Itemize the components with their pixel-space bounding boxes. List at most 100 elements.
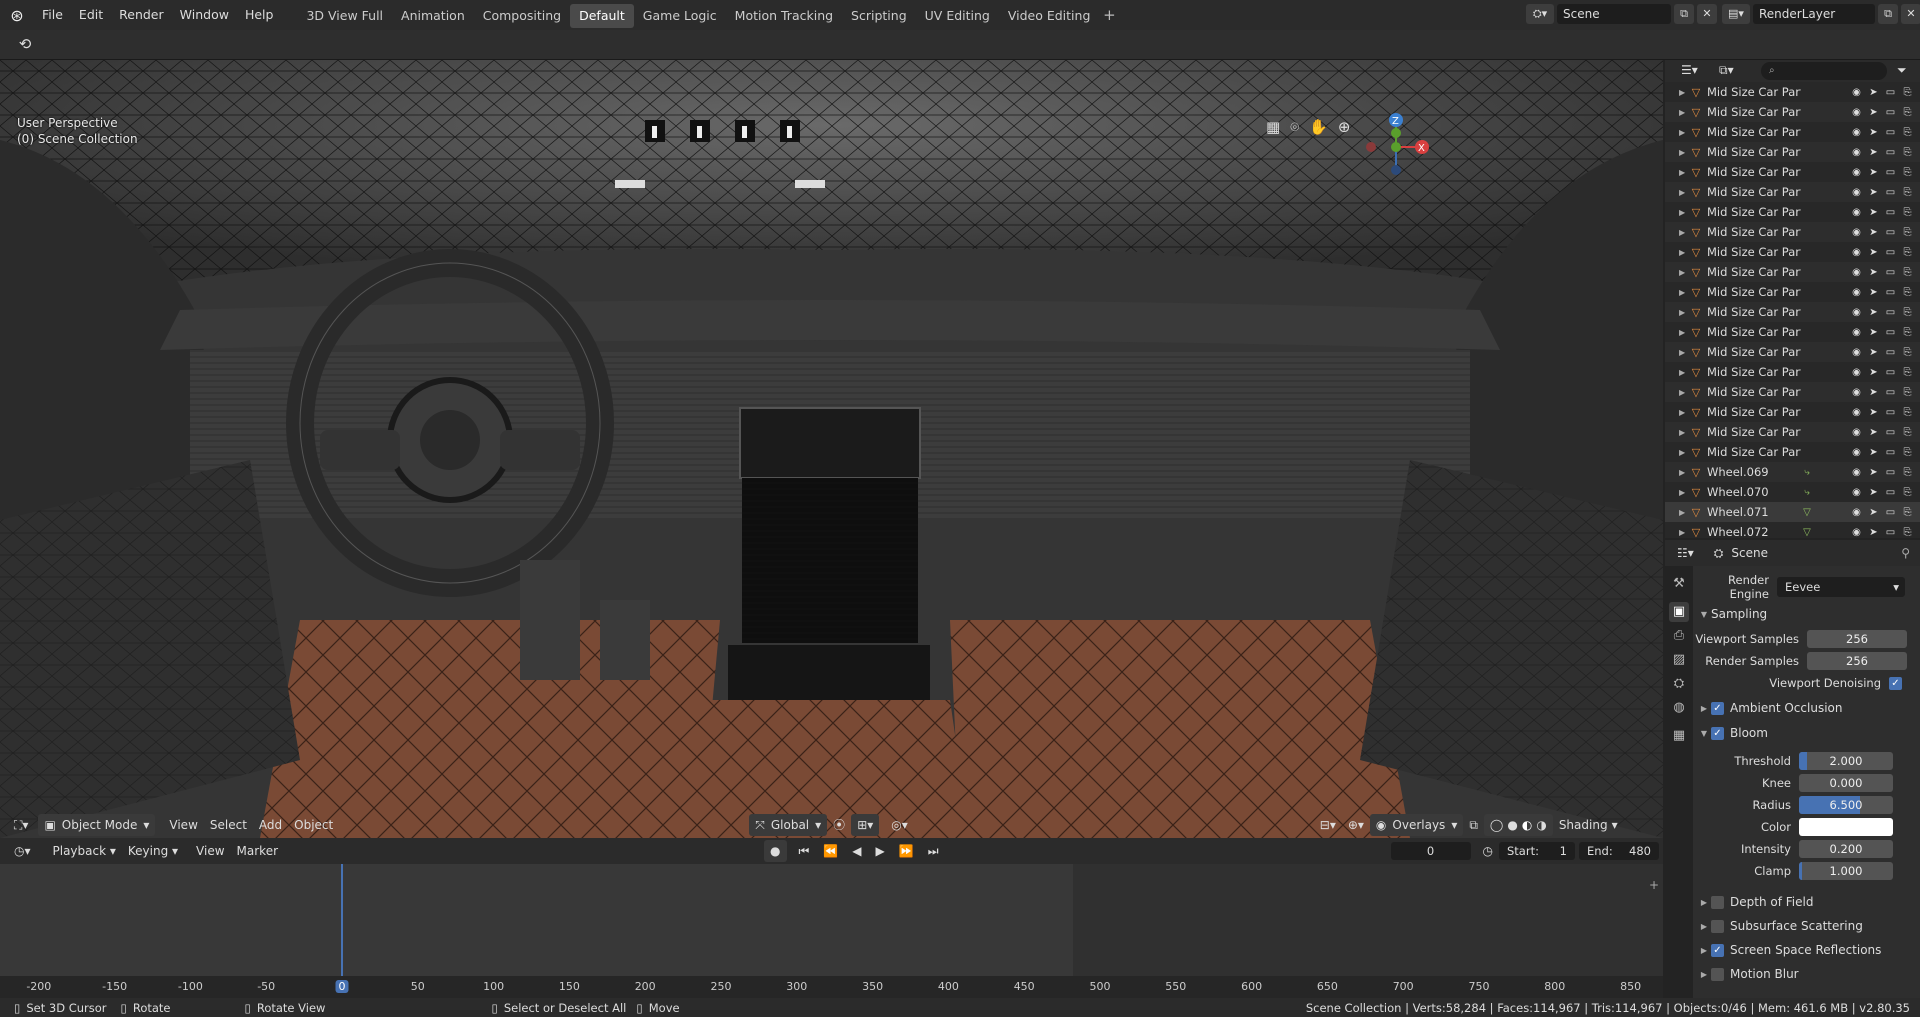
viewport-monitor-icon[interactable]: ▭ — [1884, 267, 1897, 278]
render-camera-icon[interactable]: ⎘ — [1901, 227, 1914, 238]
bloom-panel-header[interactable]: ▼ ✓ Bloom — [1693, 721, 1920, 745]
jump-end-icon[interactable]: ⏭ — [922, 840, 945, 862]
expand-triangle-icon[interactable]: ▶ — [1679, 308, 1689, 317]
menu-keying[interactable]: Keying ▾ — [122, 840, 184, 862]
outliner-row[interactable]: ▶▽ Mid Size Car Part.10 ◉ ➤ ▭ ⎘ — [1665, 382, 1920, 402]
tab-animation[interactable]: Animation — [392, 4, 474, 28]
outliner-search-input[interactable]: ⌕ — [1761, 62, 1887, 80]
outliner-row-name[interactable]: Mid Size Car Part.09 — [1707, 345, 1801, 359]
expand-triangle-icon[interactable]: ▶ — [1679, 248, 1689, 257]
select-arrow-icon[interactable]: ➤ — [1867, 167, 1880, 178]
viewport-monitor-icon[interactable]: ▭ — [1884, 147, 1897, 158]
menu-object[interactable]: Object — [288, 814, 339, 836]
view-layer-icon[interactable]: ▤▾ — [1722, 4, 1750, 24]
outliner-row-name[interactable]: Mid Size Car Part.05 — [1707, 205, 1801, 219]
render-camera-icon[interactable]: ⎘ — [1901, 507, 1914, 518]
outliner-row[interactable]: ▶▽ Mid Size Car Part.09 ◉ ➤ ▭ ⎘ — [1665, 322, 1920, 342]
select-arrow-icon[interactable]: ➤ — [1867, 327, 1880, 338]
next-keyframe-icon[interactable]: ⏩ — [893, 840, 920, 862]
expand-triangle-icon[interactable]: ▶ — [1679, 88, 1689, 97]
select-arrow-icon[interactable]: ➤ — [1867, 287, 1880, 298]
viewport-monitor-icon[interactable]: ▭ — [1884, 407, 1897, 418]
expand-triangle-icon[interactable]: ▶ — [1679, 508, 1689, 517]
menu-edit[interactable]: Edit — [71, 0, 111, 30]
outliner-row-name[interactable]: Mid Size Car Part.06 — [1707, 265, 1801, 279]
render-camera-icon[interactable]: ⎘ — [1901, 307, 1914, 318]
visibility-eye-icon[interactable]: ◉ — [1850, 247, 1863, 258]
motion-blur-panel-header[interactable]: ▶ Motion Blur — [1693, 962, 1920, 986]
outliner-row-name[interactable]: Mid Size Car Part.10 — [1707, 365, 1801, 379]
render-samples-field[interactable]: 256 — [1807, 652, 1907, 670]
outliner-row-name[interactable]: Mid Size Car Part.05 — [1707, 185, 1801, 199]
output-tab-icon[interactable]: ⎙ — [1669, 626, 1689, 646]
motion-blur-checkbox[interactable] — [1711, 967, 1724, 981]
outliner-row[interactable]: ▶▽ Mid Size Car Part.10 ◉ ➤ ▭ ⎘ — [1665, 362, 1920, 382]
outliner-row[interactable]: ▶▽ Mid Size Car Part.05 ◉ ➤ ▭ ⎘ — [1665, 222, 1920, 242]
viewport-monitor-icon[interactable]: ▭ — [1884, 507, 1897, 518]
tab-scripting[interactable]: Scripting — [842, 4, 916, 28]
outliner-row-name[interactable]: Mid Size Car Part.05 — [1707, 225, 1801, 239]
select-arrow-icon[interactable]: ➤ — [1867, 467, 1880, 478]
select-arrow-icon[interactable]: ➤ — [1867, 347, 1880, 358]
new-layer-icon[interactable]: ⧉ — [1878, 4, 1898, 24]
3d-viewport[interactable]: User Perspective (0) Scene Collection ▦ … — [0, 60, 1663, 838]
shading-dropdown[interactable]: Shading ▾ — [1553, 814, 1624, 836]
transform-orientation-dropdown[interactable]: ⤧ Global ▾ — [749, 814, 828, 836]
filter-icon[interactable]: ⏷ — [1897, 63, 1907, 78]
render-camera-icon[interactable]: ⎘ — [1901, 427, 1914, 438]
add-workspace-button[interactable]: + — [1099, 6, 1119, 24]
viewport-monitor-icon[interactable]: ▭ — [1884, 467, 1897, 478]
zoom-icon[interactable]: ⊕ — [1338, 118, 1351, 136]
viewport-monitor-icon[interactable]: ▭ — [1884, 87, 1897, 98]
scene-icon[interactable]: ⛭▾ — [1526, 4, 1554, 24]
viewport-monitor-icon[interactable]: ▭ — [1884, 307, 1897, 318]
expand-triangle-icon[interactable]: ▶ — [1679, 408, 1689, 417]
expand-triangle-icon[interactable]: ▶ — [1679, 108, 1689, 117]
menu-select[interactable]: Select — [204, 814, 253, 836]
axis-gizmo[interactable]: Z X — [1360, 110, 1440, 190]
render-camera-icon[interactable]: ⎘ — [1901, 467, 1914, 478]
jump-start-icon[interactable]: ⏮ — [793, 840, 816, 862]
render-camera-icon[interactable]: ⎘ — [1901, 327, 1914, 338]
outliner-row[interactable]: ▶▽ Mid Size Car Part.05 ◉ ➤ ▭ ⎘ — [1665, 122, 1920, 142]
outliner-row[interactable]: ▶▽ Mid Size Car Part.10 ◉ ➤ ▭ ⎘ — [1665, 402, 1920, 422]
viewport-monitor-icon[interactable]: ▭ — [1884, 427, 1897, 438]
viewport-monitor-icon[interactable]: ▭ — [1884, 347, 1897, 358]
outliner-row-name[interactable]: Mid Size Car Part.05 — [1707, 145, 1801, 159]
new-scene-icon[interactable]: ⧉ — [1674, 4, 1694, 24]
visibility-eye-icon[interactable]: ◉ — [1850, 387, 1863, 398]
tool-tab-icon[interactable]: ⚒ — [1669, 574, 1689, 594]
visibility-eye-icon[interactable]: ◉ — [1850, 187, 1863, 198]
expand-triangle-icon[interactable]: ▶ — [1679, 128, 1689, 137]
viewport-monitor-icon[interactable]: ▭ — [1884, 227, 1897, 238]
viewport-monitor-icon[interactable]: ▭ — [1884, 527, 1897, 538]
tab-3d-view-full[interactable]: 3D View Full — [297, 4, 392, 28]
render-camera-icon[interactable]: ⎘ — [1901, 527, 1914, 538]
outliner-row-name[interactable]: Mid Size Car Part.04 — [1707, 85, 1801, 99]
expand-triangle-icon[interactable]: ▶ — [1679, 148, 1689, 157]
outliner-row[interactable]: ▶▽ Mid Size Car Part.05 ◉ ➤ ▭ ⎘ — [1665, 162, 1920, 182]
viewport-monitor-icon[interactable]: ▭ — [1884, 107, 1897, 118]
depth-of-field-checkbox[interactable] — [1711, 895, 1724, 909]
select-arrow-icon[interactable]: ➤ — [1867, 487, 1880, 498]
outliner-row-name[interactable]: Mid Size Car Part.10 — [1707, 385, 1801, 399]
blender-logo-icon[interactable]: ⊛ — [0, 6, 34, 25]
visibility-eye-icon[interactable]: ◉ — [1850, 267, 1863, 278]
scene-tab-icon[interactable]: ⛭ — [1669, 674, 1689, 694]
delete-scene-icon[interactable]: ✕ — [1697, 4, 1717, 24]
expand-triangle-icon[interactable]: ▶ — [1679, 448, 1689, 457]
visibility-eye-icon[interactable]: ◉ — [1850, 347, 1863, 358]
outliner-row[interactable]: ▶ ▽ Wheel.069 ⤷ ◉ ➤ ▭ ⎘ — [1665, 462, 1920, 482]
select-arrow-icon[interactable]: ➤ — [1867, 87, 1880, 98]
play-reverse-icon[interactable]: ◀ — [846, 840, 867, 862]
grid-toggle-icon[interactable]: ▦ — [1266, 118, 1280, 136]
bloom-knee-slider[interactable]: 0.000 — [1799, 774, 1893, 792]
bloom-threshold-slider[interactable]: 2.000 — [1799, 752, 1893, 770]
outliner-row-name[interactable]: Wheel.072 — [1707, 525, 1801, 538]
expand-triangle-icon[interactable]: ▶ — [1679, 328, 1689, 337]
expand-triangle-icon[interactable]: ▶ — [1679, 528, 1689, 537]
bloom-color-swatch[interactable] — [1799, 818, 1893, 836]
select-arrow-icon[interactable]: ➤ — [1867, 307, 1880, 318]
outliner-row-name[interactable]: Mid Size Car Part.07 — [1707, 305, 1801, 319]
tab-compositing[interactable]: Compositing — [474, 4, 570, 28]
